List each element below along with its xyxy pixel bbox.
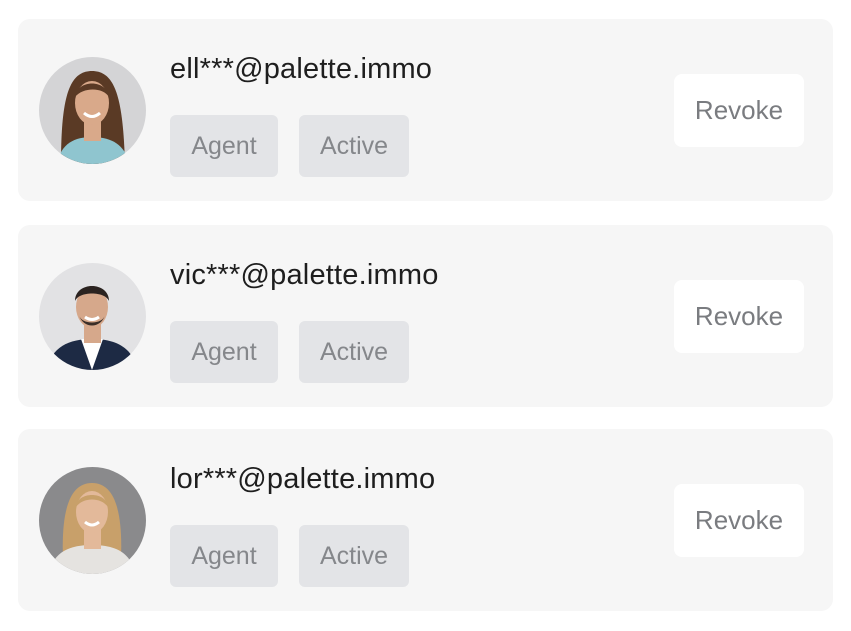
revoke-button[interactable]: Revoke [674,280,804,353]
role-badge: Agent [170,321,278,383]
member-email: ell***@palette.immo [170,53,433,85]
member-email: vic***@palette.immo [170,259,439,291]
status-badge: Active [299,321,409,383]
role-badge: Agent [170,115,278,177]
revoke-button[interactable]: Revoke [674,74,804,147]
avatar [39,57,146,164]
status-badge: Active [299,525,409,587]
member-card: vic***@palette.immo Agent Active Revoke [18,225,833,407]
role-badge: Agent [170,525,278,587]
avatar [39,263,146,370]
member-email: lor***@palette.immo [170,463,436,495]
avatar-portrait-icon [39,467,146,574]
status-badge: Active [299,115,409,177]
avatar-portrait-icon [39,263,146,370]
member-card: ell***@palette.immo Agent Active Revoke [18,19,833,201]
avatar [39,467,146,574]
revoke-button[interactable]: Revoke [674,484,804,557]
avatar-portrait-icon [39,57,146,164]
member-card: lor***@palette.immo Agent Active Revoke [18,429,833,611]
